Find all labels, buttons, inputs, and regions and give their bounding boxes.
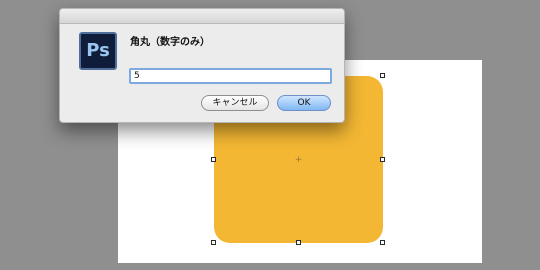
selection-handle-bottom-left[interactable]: [211, 240, 216, 245]
cancel-button[interactable]: キャンセル: [201, 95, 269, 111]
dialog-prompt: 角丸（数字のみ）: [130, 37, 210, 48]
selection-handle-top-right[interactable]: [380, 73, 385, 78]
selection-handle-middle-left[interactable]: [211, 157, 216, 162]
dialog-titlebar: [60, 9, 344, 24]
rounded-corner-dialog: Ps 角丸（数字のみ） 5 キャンセル OK: [59, 8, 345, 123]
radius-input[interactable]: 5: [129, 68, 332, 84]
selection-handle-bottom-right[interactable]: [380, 240, 385, 245]
selection-handle-bottom-center[interactable]: [296, 240, 301, 245]
selection-handle-middle-right[interactable]: [380, 157, 385, 162]
photoshop-icon: Ps: [79, 32, 117, 70]
center-point-icon: +: [294, 155, 303, 165]
ok-button[interactable]: OK: [277, 95, 331, 111]
